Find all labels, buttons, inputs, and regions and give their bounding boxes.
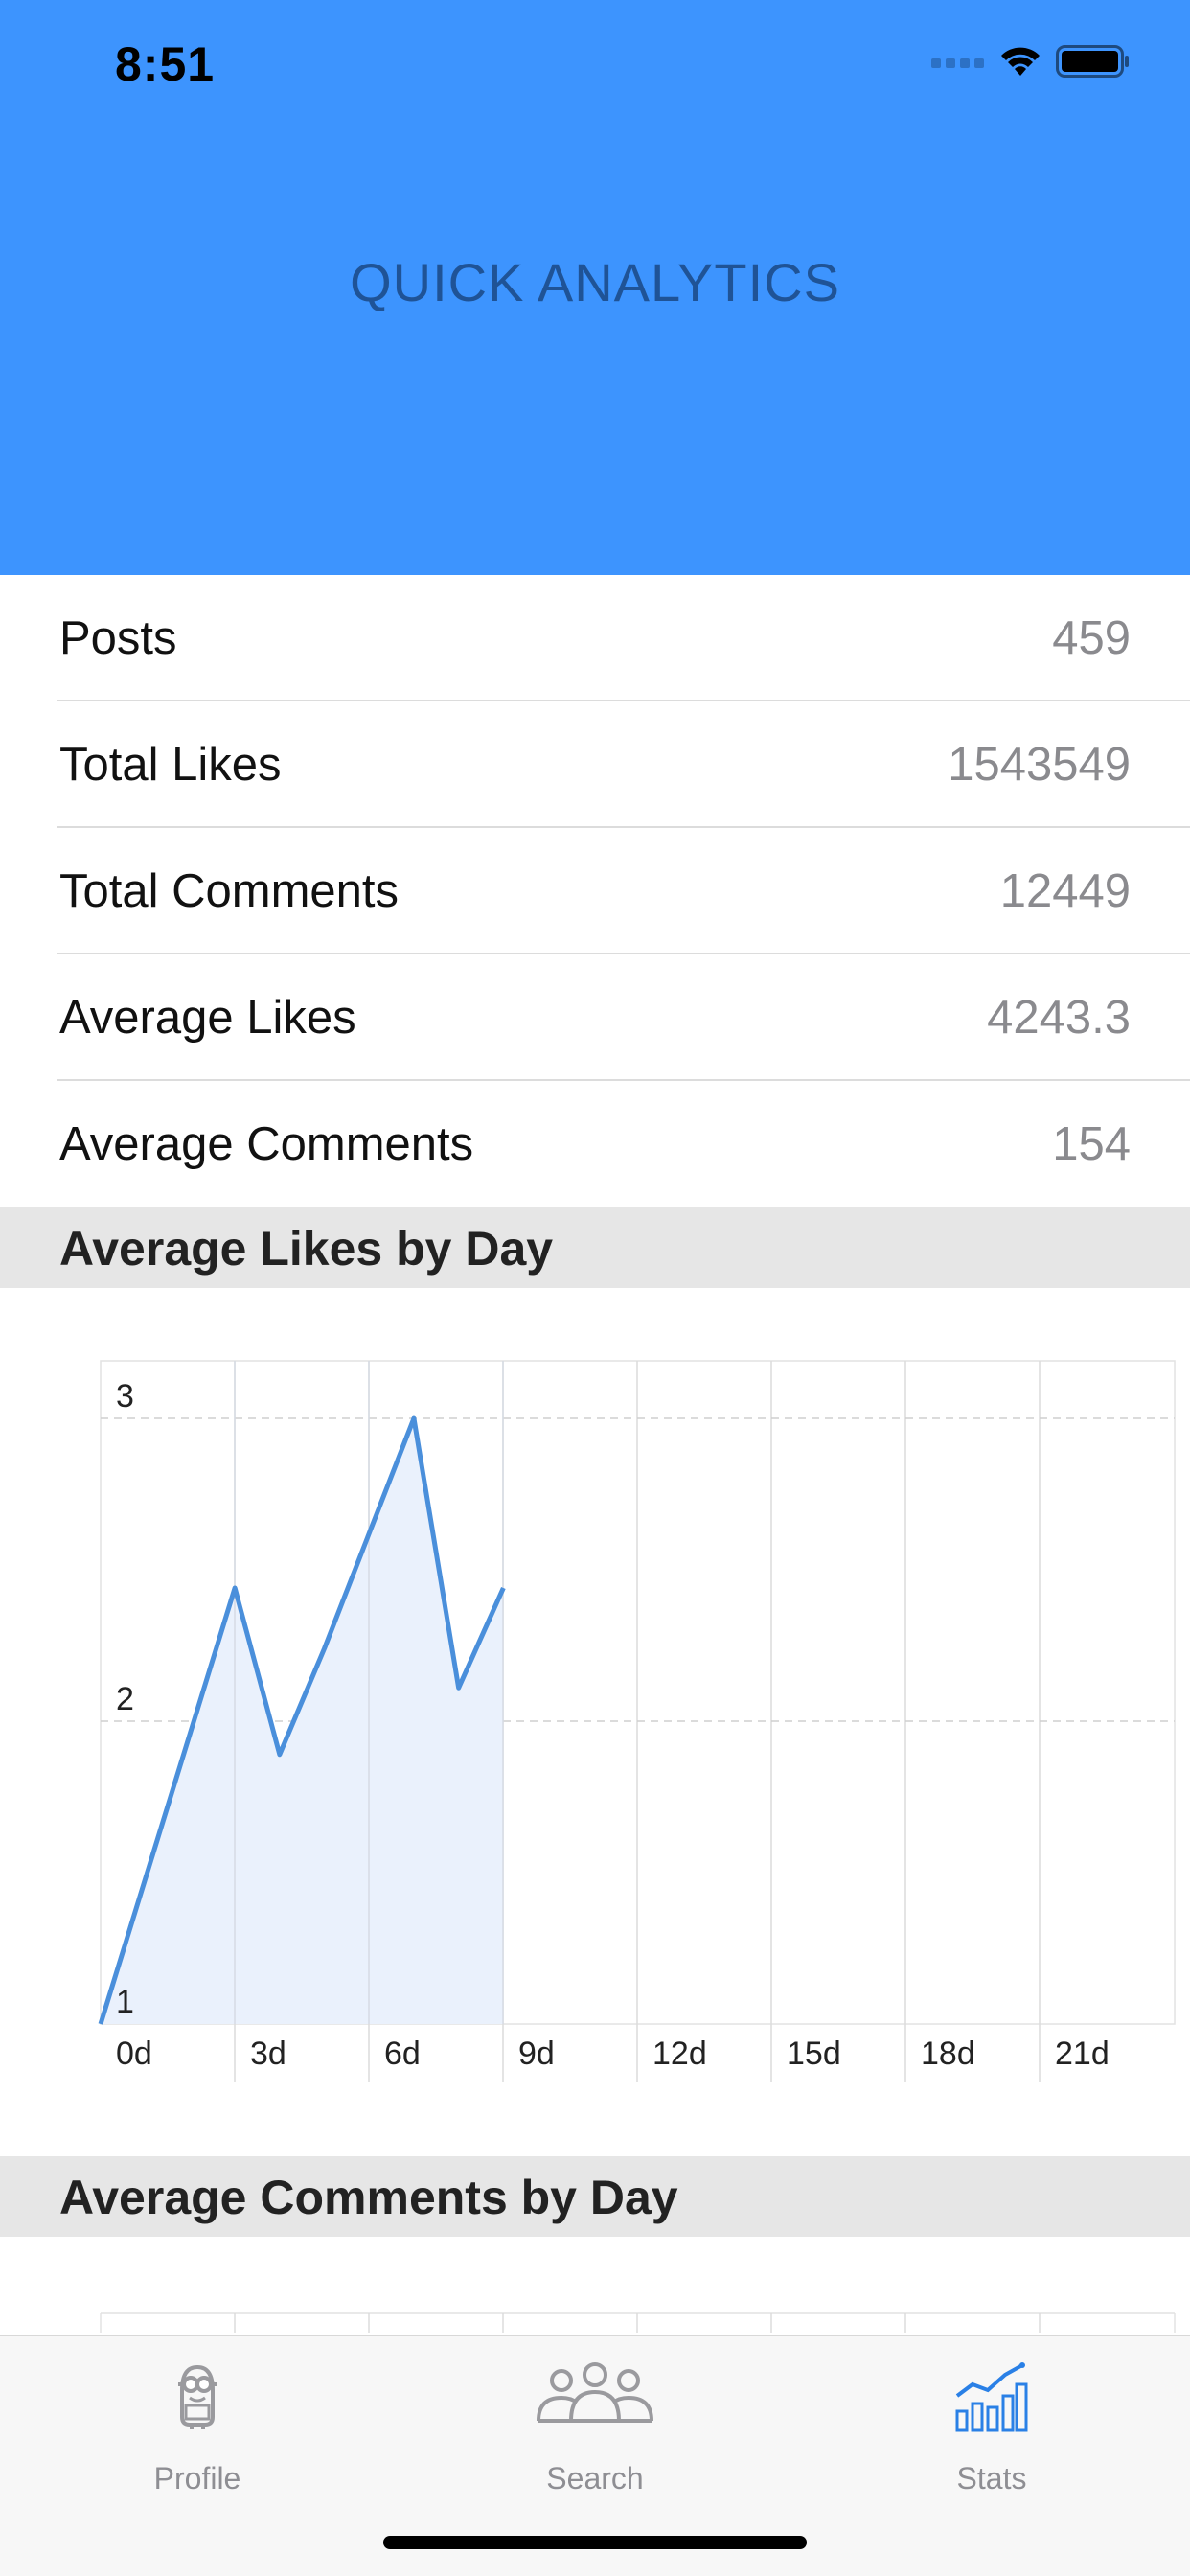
y-tick-label: 3 — [116, 1378, 134, 1414]
tab-stats[interactable]: Stats — [848, 2361, 1135, 2505]
stat-row-average-likes: Average Likes 4243.3 — [0, 954, 1190, 1081]
tab-label: Stats — [956, 2461, 1027, 2496]
people-icon — [537, 2362, 653, 2423]
x-tick-label: 3d — [250, 2036, 286, 2072]
section-header-comments: Average Comments by Day — [0, 2156, 1190, 2237]
stats-list: Posts 459 Total Likes 1543549 Total Comm… — [0, 575, 1190, 1208]
x-tick-label: 12d — [652, 2036, 707, 2072]
status-icons — [931, 42, 1131, 80]
stat-row-posts: Posts 459 — [0, 575, 1190, 702]
x-tick-label: 21d — [1055, 2036, 1110, 2072]
tab-label: Search — [546, 2461, 644, 2496]
likes-chart: 0d 3d 6d 9d 12d 15d 18d 21d 1 2 3 — [0, 1288, 1190, 2156]
stat-value: 459 — [1052, 612, 1131, 664]
stat-label: Posts — [59, 612, 177, 664]
comments-chart-svg — [100, 2312, 1176, 2333]
stat-value: 12449 — [999, 865, 1131, 917]
battery-icon — [1056, 45, 1129, 78]
stat-row-total-likes: Total Likes 1543549 — [0, 702, 1190, 828]
stat-label: Average Likes — [59, 992, 356, 1044]
header-title: QUICK ANALYTICS — [350, 252, 840, 312]
x-tick-label: 0d — [116, 2036, 152, 2072]
status-time: 8:51 — [115, 37, 216, 91]
tab-profile[interactable]: Profile — [54, 2361, 341, 2505]
home-indicator — [383, 2536, 807, 2549]
x-tick-label: 6d — [384, 2036, 421, 2072]
app-screen: 8:51 QUICK ANALYTICS Posts 459 Total Lik… — [0, 0, 1190, 2576]
likes-chart-svg: 0d 3d 6d 9d 12d 15d 18d 21d 1 2 3 — [98, 1360, 1176, 2082]
stat-value: 4243.3 — [987, 992, 1131, 1044]
x-tick-label: 15d — [787, 2036, 841, 2072]
stat-label: Average Comments — [59, 1118, 474, 1170]
stat-row-average-comments: Average Comments 154 — [0, 1081, 1190, 1208]
section-header-likes: Average Likes by Day — [0, 1208, 1190, 1288]
section-title: Average Likes by Day — [59, 1222, 554, 1276]
x-tick-label: 9d — [518, 2036, 555, 2072]
tab-search[interactable]: Search — [451, 2361, 739, 2505]
stat-value: 1543549 — [948, 739, 1131, 791]
section-title: Average Comments by Day — [59, 2171, 678, 2224]
y-tick-label: 2 — [116, 1681, 134, 1717]
comments-chart — [0, 2237, 1190, 2333]
wifi-icon — [1001, 47, 1040, 76]
x-tick-label: 18d — [921, 2036, 975, 2072]
signal-icon — [931, 58, 984, 68]
stat-value: 154 — [1052, 1118, 1131, 1170]
tab-label: Profile — [153, 2461, 241, 2496]
stat-label: Total Comments — [59, 865, 400, 917]
bar-chart-icon — [955, 2362, 1028, 2432]
minion-icon — [178, 2364, 217, 2429]
stat-label: Total Likes — [59, 739, 282, 791]
y-tick-label: 1 — [116, 1984, 134, 2020]
stat-row-total-comments: Total Comments 12449 — [0, 828, 1190, 954]
header: 8:51 QUICK ANALYTICS — [0, 0, 1190, 575]
